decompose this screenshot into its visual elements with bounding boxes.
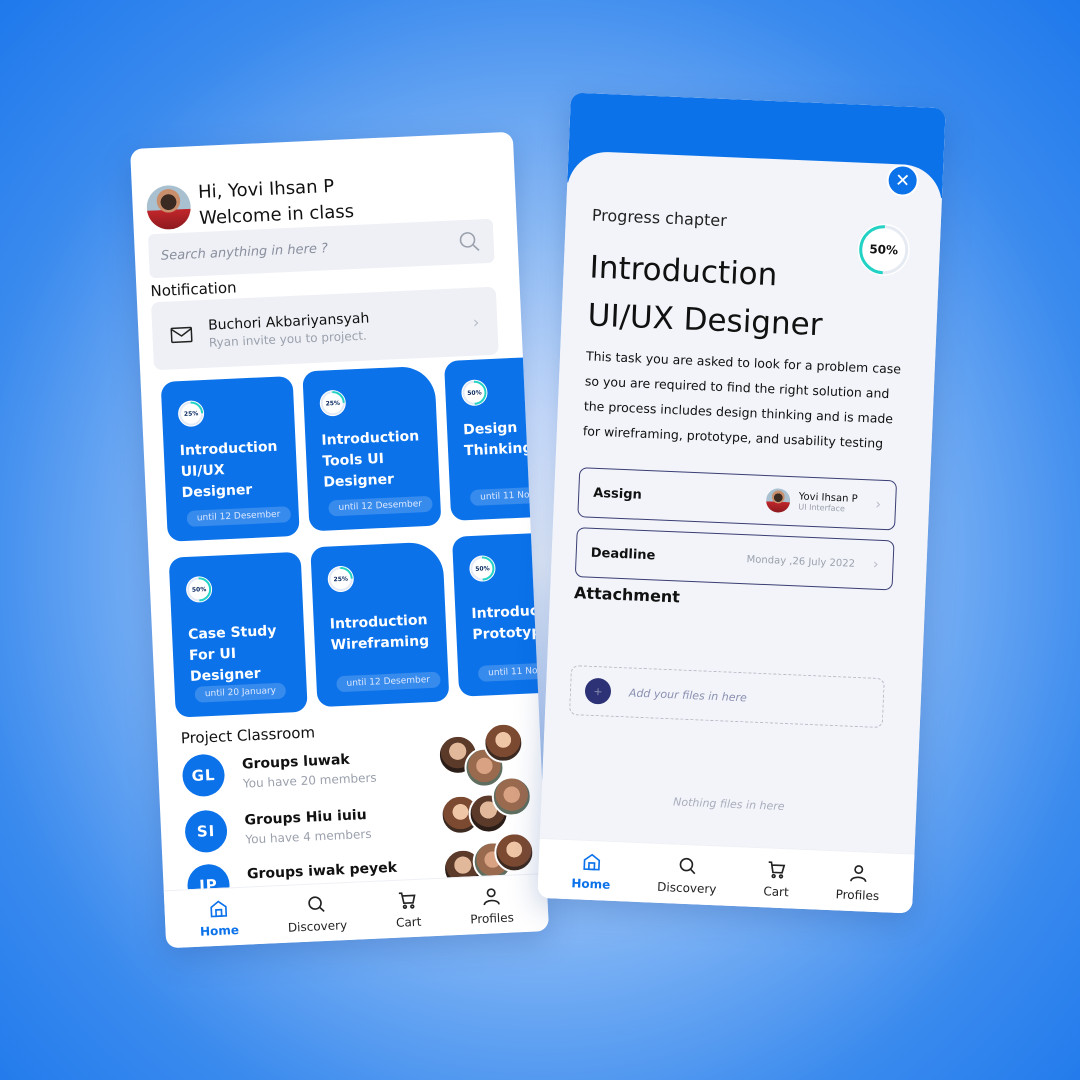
course-card[interactable]: 25% Introduction Tools UI Designer until… (302, 365, 442, 532)
course-card[interactable]: 25% Introduction UI/UX Designer until 12… (160, 375, 300, 542)
course-title: Introduction Prototype (471, 601, 549, 644)
nav-discovery[interactable]: Discovery (656, 853, 718, 896)
course-card[interactable]: 25% Introduction Wireframing until 12 De… (310, 541, 450, 708)
course-card[interactable]: 50% Introduction Prototype until 11 Nov (451, 530, 549, 697)
progress-value: 25% (333, 575, 349, 583)
chevron-right-icon: › (872, 556, 879, 573)
cart-icon (399, 891, 416, 909)
course-due: until 12 Desember (328, 495, 433, 517)
chevron-right-icon: › (875, 496, 882, 513)
add-file-button[interactable]: + (584, 677, 612, 705)
course-title: Design Thinking (462, 419, 533, 460)
project-name: Groups iwak peyek (246, 859, 398, 883)
member-avatars[interactable] (436, 721, 529, 789)
home-icon (583, 853, 601, 871)
project-name: Groups Hiu iuiu (244, 807, 367, 829)
home-icon (210, 900, 228, 917)
project-name: Groups luwak (241, 751, 351, 773)
progress-ring: 50% (856, 222, 911, 277)
course-title: Introduction Wireframing (329, 612, 430, 654)
project-members: You have 20 members (242, 770, 377, 791)
mail-icon (170, 326, 193, 344)
nav-home[interactable]: Home (571, 850, 612, 892)
progress-ring: 25% (319, 389, 347, 417)
plus-icon: + (593, 684, 603, 698)
project-item[interactable]: GL Groups luwak You have 20 members (181, 744, 434, 798)
progress-ring: 50% (185, 575, 213, 603)
assign-label: Assign (592, 485, 643, 503)
project-item[interactable]: SI Groups Hiu iuiu You have 4 members (184, 800, 436, 854)
search-icon (679, 857, 696, 874)
nav-cart-label: Cart (763, 883, 790, 899)
notification-item[interactable]: Buchori Akbariyansyah Ryan invite you to… (151, 286, 499, 371)
nav-home-label: Home (571, 875, 611, 892)
dropzone-text: Add your files in here (628, 685, 748, 704)
course-due: until 12 Desember (186, 506, 291, 527)
avatar (493, 831, 536, 874)
user-avatar[interactable] (145, 184, 192, 231)
course-due: until 11 Nov (469, 486, 546, 507)
project-classroom-label: Project Classroom (180, 723, 316, 748)
nav-cart-label: Cart (395, 914, 422, 930)
project-badge: SI (184, 809, 229, 854)
course-title: Introduction UI/UX Designer (587, 243, 826, 349)
deadline-label: Deadline (590, 545, 656, 563)
progress-ring: 50% (468, 554, 497, 583)
progress-ring: 25% (327, 565, 355, 593)
nav-cart[interactable]: Cart (763, 858, 790, 899)
search-placeholder: Search anything in here ? (160, 240, 329, 264)
progress-value: 25% (325, 399, 341, 407)
chevron-right-icon: › (472, 311, 480, 332)
course-detail-screen: ✕ Progress chapter 50% Introduction UI/U… (537, 92, 946, 914)
course-title: Introduction Tools UI Designer (321, 428, 420, 491)
nav-profiles[interactable]: Profiles (469, 884, 514, 926)
notification-label: Notification (150, 278, 237, 301)
member-avatars[interactable] (439, 775, 533, 836)
nav-profiles-label: Profiles (835, 886, 880, 903)
greeting: Hi, Yovi Ihsan P Welcome in class (145, 173, 355, 234)
close-icon: ✕ (894, 169, 911, 192)
project-badge: GL (181, 753, 226, 798)
course-due: until 12 Desember (336, 671, 441, 693)
search-icon[interactable] (457, 229, 482, 254)
course-card[interactable]: 50% Case Study For UI Designer until 20 … (168, 551, 308, 718)
course-title-line2: UI/UX Designer (586, 297, 824, 344)
course-card[interactable]: 50% Design Thinking until 11 Nov (443, 355, 549, 521)
search-icon (308, 895, 325, 912)
home-screen: Hi, Yovi Ihsan P Welcome in class Search… (130, 131, 549, 949)
nav-discovery-label: Discovery (656, 879, 717, 896)
nav-profiles-label: Profiles (469, 909, 515, 926)
course-due: until 20 January (194, 682, 287, 703)
project-members: You have 4 members (245, 826, 372, 847)
nav-discovery[interactable]: Discovery (286, 892, 348, 935)
avatar (490, 775, 533, 818)
nav-home-label: Home (199, 922, 240, 939)
user-icon (483, 887, 500, 905)
nav-home[interactable]: Home (199, 896, 240, 939)
progress-value: 50% (191, 585, 207, 594)
course-title: Case Study For UI Designer (187, 622, 277, 685)
progress-ring: 50% (460, 379, 489, 407)
nav-discovery-label: Discovery (287, 917, 348, 935)
course-title: Introduction UI/UX Designer (179, 438, 278, 502)
cart-icon (769, 860, 786, 879)
nav-profiles[interactable]: Profiles (835, 861, 880, 903)
avatar (482, 721, 525, 764)
progress-value: 50% (467, 388, 482, 397)
progress-ring: 25% (177, 400, 205, 428)
progress-value: 25% (183, 409, 199, 418)
course-description: This task you are asked to look for a pr… (582, 348, 902, 451)
user-icon (849, 864, 867, 882)
progress-value: 50% (869, 242, 899, 258)
course-due: until 11 Nov (477, 662, 549, 682)
nav-cart[interactable]: Cart (395, 888, 422, 929)
avatar (766, 488, 792, 514)
progress-value: 50% (475, 564, 490, 573)
deadline-value: Monday ,26 July 2022 (746, 553, 856, 570)
